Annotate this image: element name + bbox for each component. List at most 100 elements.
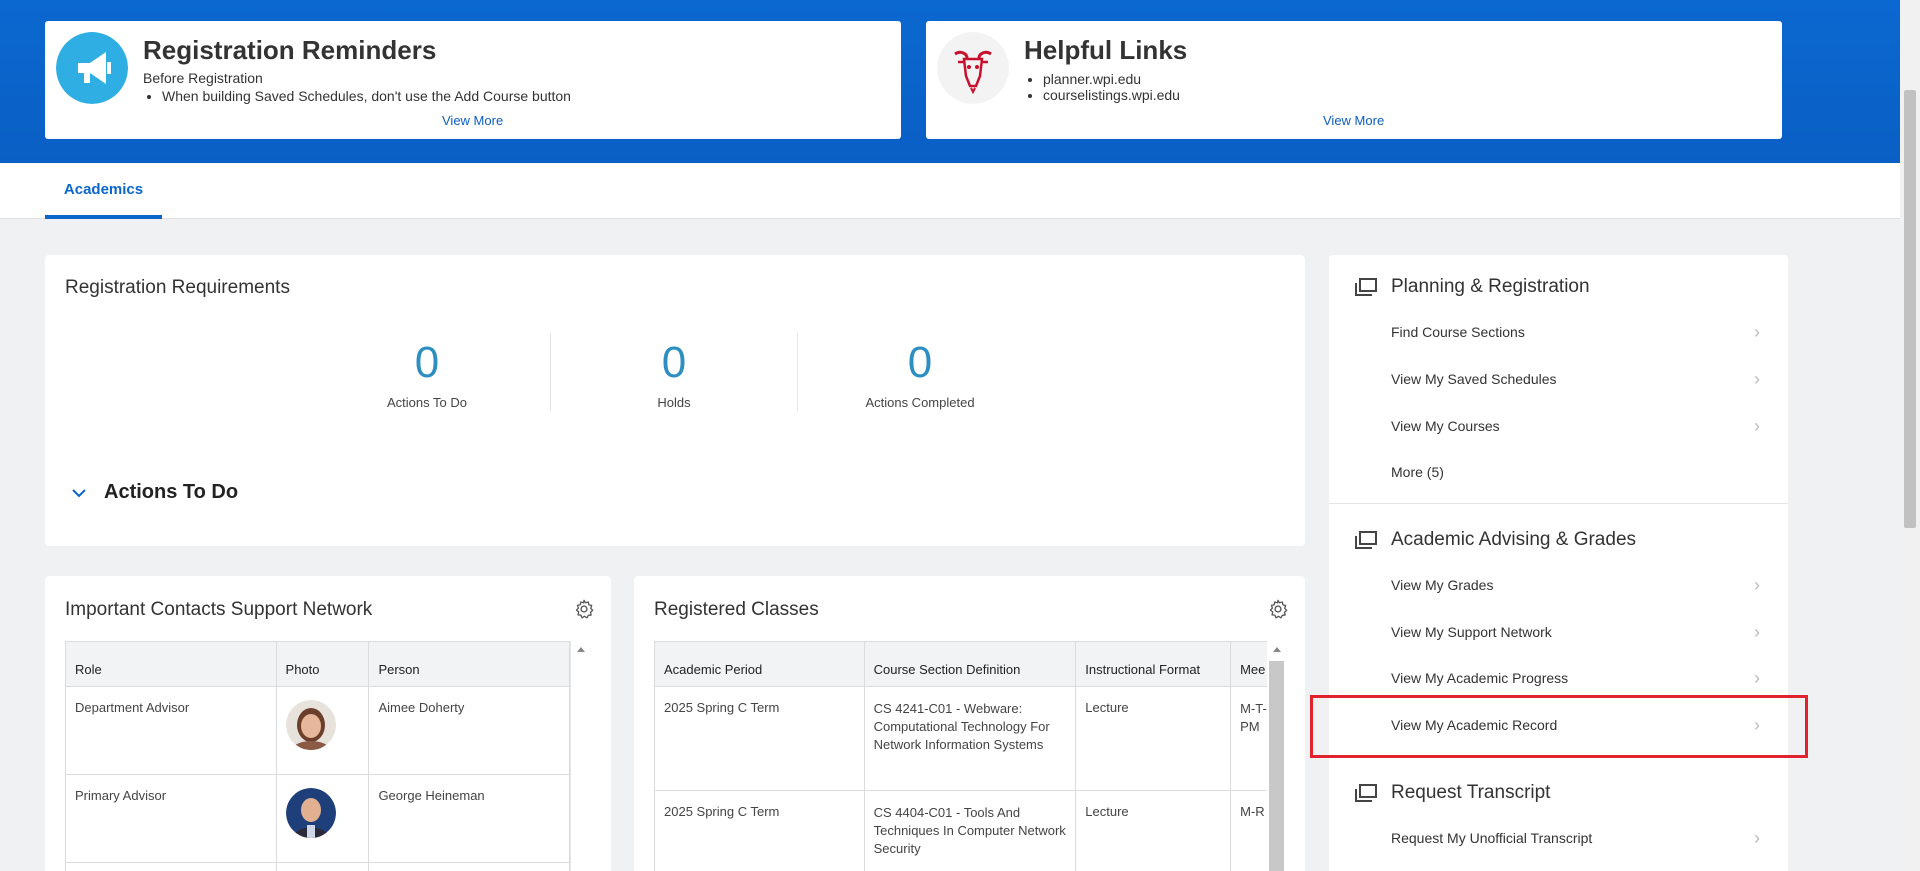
helpful-links-card: Helpful Links planner.wpi.edu courselist…: [926, 21, 1782, 139]
chevron-down-icon[interactable]: [71, 486, 87, 500]
column-header-person[interactable]: Person: [368, 641, 570, 687]
reminders-subtitle: Before Registration: [143, 70, 263, 86]
metric-value: 0: [907, 338, 933, 387]
chevron-right-icon: ›: [1754, 622, 1760, 642]
metric-actions-completed[interactable]: 0 Actions Completed: [797, 333, 1043, 410]
column-header-meeting[interactable]: Mee: [1230, 641, 1267, 687]
planning-registration-heading: Planning & Registration: [1391, 276, 1590, 297]
avatar[interactable]: [285, 700, 336, 750]
column-header-role[interactable]: Role: [65, 641, 277, 687]
contact-role: Department Advisor: [65, 686, 277, 775]
class-meeting: M-R: [1230, 790, 1267, 871]
avatar[interactable]: [285, 788, 336, 838]
column-header-photo[interactable]: Photo: [275, 641, 370, 687]
metric-label: Actions Completed: [865, 395, 975, 410]
view-support-network-link[interactable]: View My Support Network ›: [1391, 609, 1768, 655]
class-course[interactable]: CS 4404-C01 - Tools And Techniques In Co…: [863, 790, 1077, 871]
reminders-list: When building Saved Schedules, don't use…: [162, 88, 571, 104]
column-header-course-section[interactable]: Course Section Definition: [863, 641, 1077, 687]
registered-classes-table-viewport: Academic Period Course Section Definitio…: [654, 641, 1267, 871]
scroll-thumb[interactable]: [1904, 90, 1916, 528]
link-label: View My Courses: [1391, 418, 1500, 434]
table-row: 2025 Spring C Term CS 4404-C01 - Tools A…: [654, 790, 1267, 871]
link-label: View My Saved Schedules: [1391, 371, 1557, 387]
contacts-scrollbar[interactable]: [570, 641, 591, 871]
stacked-windows-icon: [1355, 278, 1377, 296]
table-row: [65, 862, 570, 871]
helpful-link-planner[interactable]: planner.wpi.edu: [1043, 71, 1180, 87]
link-label: Find Course Sections: [1391, 324, 1525, 340]
metric-value: 0: [661, 338, 687, 387]
helpful-link-courselistings[interactable]: courselistings.wpi.edu: [1043, 87, 1180, 103]
contact-photo-cell: [275, 774, 370, 863]
contacts-title: Important Contacts Support Network: [65, 599, 373, 620]
top-banner: Registration Reminders Before Registrati…: [0, 0, 1900, 163]
class-course[interactable]: CS 4241-C01 - Webware: Computational Tec…: [863, 686, 1077, 791]
section-divider: [1329, 503, 1788, 504]
find-course-sections-link[interactable]: Find Course Sections ›: [1391, 309, 1768, 355]
link-label: View My Academic Progress: [1391, 670, 1569, 686]
registration-requirements-title: Registration Requirements: [65, 277, 290, 298]
chevron-right-icon: ›: [1754, 828, 1760, 848]
reminders-view-more-link[interactable]: View More: [442, 113, 503, 128]
reminders-bullet: When building Saved Schedules, don't use…: [162, 88, 571, 104]
contact-role: Primary Advisor: [65, 774, 277, 863]
reminders-title: Registration Reminders: [143, 35, 437, 65]
view-my-courses-link[interactable]: View My Courses ›: [1391, 403, 1768, 449]
metric-label: Actions To Do: [387, 395, 467, 410]
contact-person[interactable]: Aimee Doherty: [368, 686, 570, 775]
metric-value: 0: [414, 338, 440, 387]
chevron-right-icon: ›: [1754, 369, 1760, 389]
class-format: Lecture: [1075, 686, 1232, 791]
tab-bar: Academics: [0, 163, 1900, 219]
metric-holds[interactable]: 0 Holds: [551, 333, 797, 410]
class-meeting: M-T- PM: [1230, 686, 1267, 791]
goat-logo-icon: [937, 32, 1009, 104]
helpful-links-title: Helpful Links: [1024, 35, 1188, 65]
gear-icon[interactable]: [1267, 598, 1289, 620]
tab-academics[interactable]: Academics: [45, 163, 162, 219]
class-period: 2025 Spring C Term: [654, 790, 865, 871]
academic-advising-heading: Academic Advising & Grades: [1391, 529, 1637, 550]
stacked-windows-icon: [1355, 784, 1377, 802]
stacked-windows-icon: [1355, 531, 1377, 549]
link-label: Request My Unofficial Transcript: [1391, 830, 1593, 846]
registered-classes-table: Academic Period Course Section Definitio…: [654, 641, 1267, 871]
class-period: 2025 Spring C Term: [654, 686, 865, 791]
link-label: More (5): [1391, 464, 1444, 480]
view-my-grades-link[interactable]: View My Grades ›: [1391, 562, 1768, 608]
chevron-right-icon: ›: [1754, 416, 1760, 436]
highlight-box: [1310, 695, 1808, 758]
request-unofficial-transcript-link[interactable]: Request My Unofficial Transcript ›: [1391, 815, 1768, 861]
actions-to-do-heading[interactable]: Actions To Do: [104, 481, 238, 504]
column-header-instructional-format[interactable]: Instructional Format: [1075, 641, 1232, 687]
contact-photo-cell: [275, 686, 370, 775]
column-header-academic-period[interactable]: Academic Period: [654, 641, 865, 687]
contact-person[interactable]: George Heineman: [368, 774, 570, 863]
request-transcript-heading: Request Transcript: [1391, 782, 1551, 803]
helpful-links-view-more-link[interactable]: View More: [1323, 113, 1384, 128]
scroll-up-arrow-icon[interactable]: [577, 647, 585, 652]
helpful-links-list: planner.wpi.edu courselistings.wpi.edu: [1043, 71, 1180, 103]
table-row: 2025 Spring C Term CS 4241-C01 - Webware…: [654, 686, 1267, 791]
link-label: View My Grades: [1391, 577, 1494, 593]
chevron-right-icon: ›: [1754, 575, 1760, 595]
metric-label: Holds: [657, 395, 691, 410]
registration-reminders-card: Registration Reminders Before Registrati…: [45, 21, 901, 139]
table-row: Department Advisor Aimee Doherty: [65, 686, 570, 775]
class-format: Lecture: [1075, 790, 1232, 871]
page-scrollbar[interactable]: [1900, 0, 1920, 871]
registered-classes-title: Registered Classes: [654, 599, 819, 620]
megaphone-icon: [56, 32, 128, 104]
link-label: View My Support Network: [1391, 624, 1552, 640]
classes-scrollbar[interactable]: [1267, 641, 1287, 871]
gear-icon[interactable]: [573, 598, 595, 620]
view-saved-schedules-link[interactable]: View My Saved Schedules ›: [1391, 356, 1768, 402]
table-row: Primary Advisor George Heineman: [65, 774, 570, 863]
more-link[interactable]: More (5): [1391, 449, 1768, 495]
scroll-thumb[interactable]: [1269, 661, 1284, 871]
metric-actions-to-do[interactable]: 0 Actions To Do: [304, 333, 550, 410]
scroll-up-arrow-icon[interactable]: [1273, 647, 1281, 652]
chevron-right-icon: ›: [1754, 322, 1760, 342]
contacts-table: Role Photo Person Department Advisor Aim…: [65, 641, 570, 871]
